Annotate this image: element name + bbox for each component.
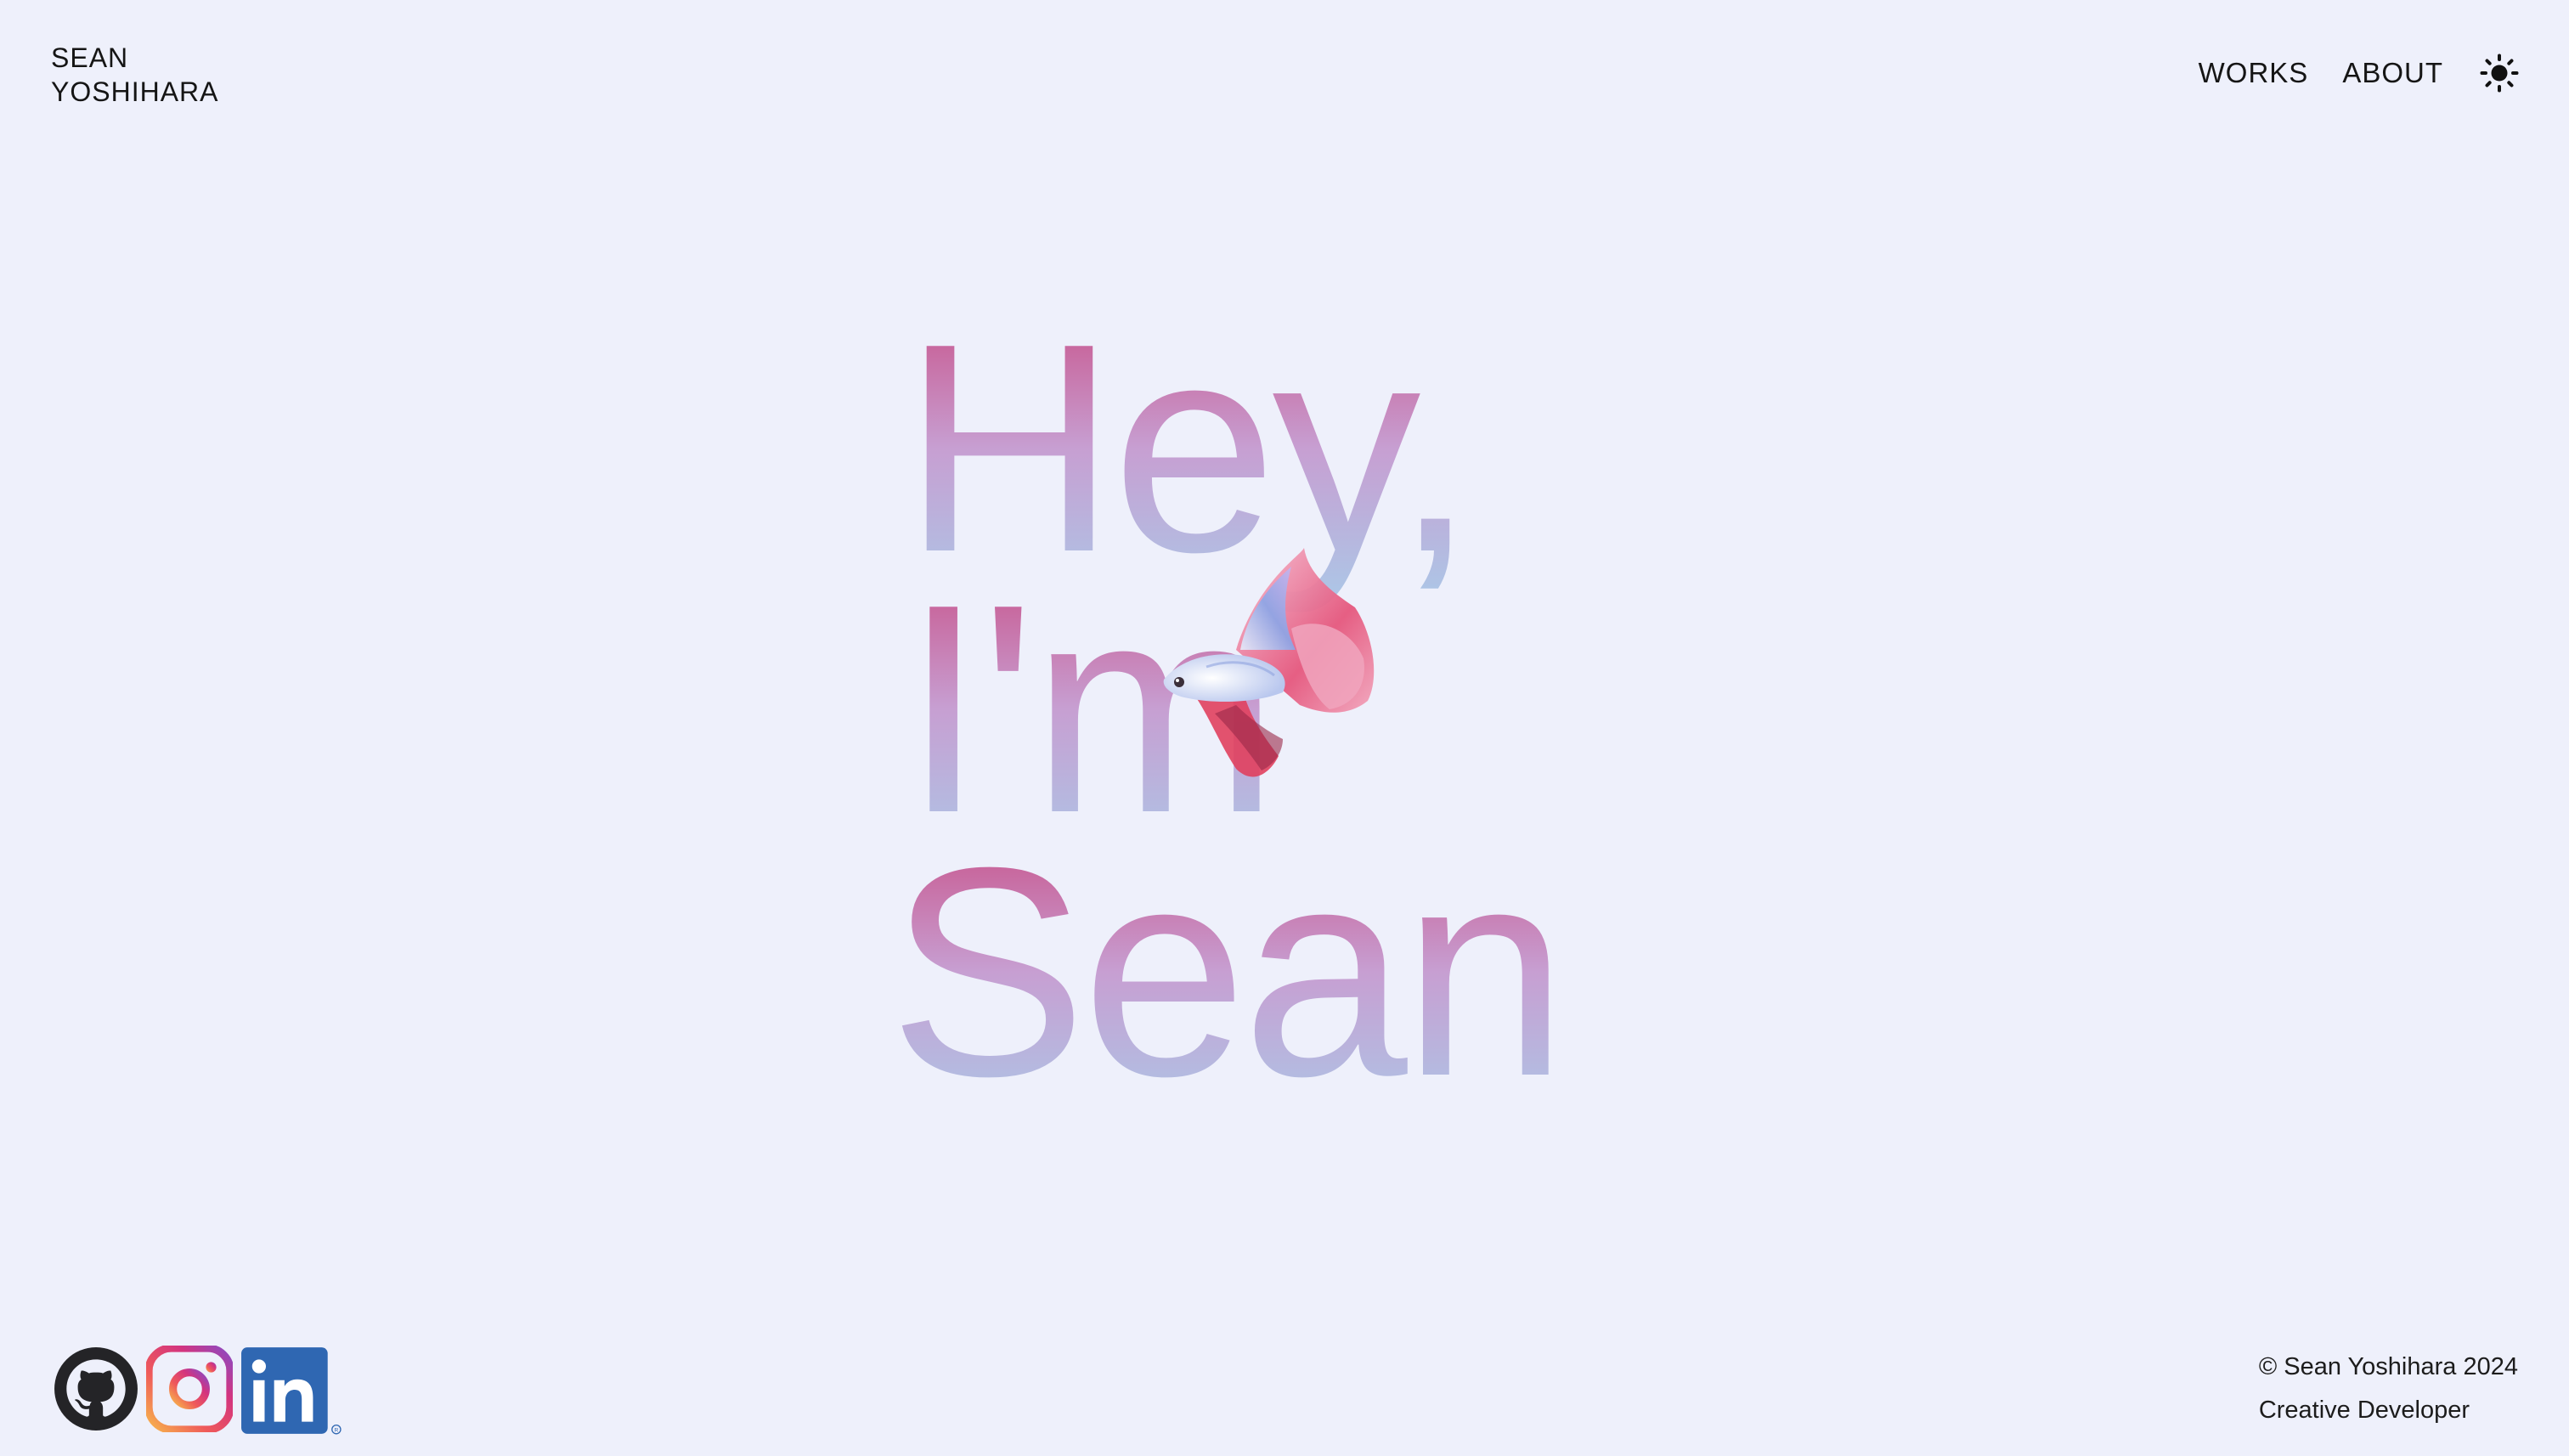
github-link[interactable] (53, 1346, 139, 1432)
github-icon (54, 1347, 138, 1431)
instagram-icon (144, 1344, 234, 1434)
main-nav: WORKS ABOUT (2165, 44, 2520, 102)
theme-toggle-button[interactable] (2479, 53, 2520, 93)
copyright-text: © Sean Yoshihara 2024 (2258, 1353, 2518, 1380)
linkedin-link[interactable]: R (240, 1346, 342, 1435)
page: SEAN YOSHIHARA WORKS ABOUT Hey, I'm Sean… (0, 0, 2569, 1456)
betta-fish-image (1163, 548, 1375, 777)
nav-about[interactable]: ABOUT (2342, 44, 2443, 102)
footer-info: © Sean Yoshihara 2024 Creative Developer (2259, 1346, 2518, 1432)
svg-text:R: R (334, 1427, 338, 1433)
instagram-link[interactable] (144, 1344, 234, 1434)
nav-works[interactable]: WORKS (2199, 44, 2309, 102)
role-text: Creative Developer (2258, 1397, 2470, 1424)
social-links: R (53, 1344, 342, 1435)
brand-line-2: YOSHIHARA (51, 76, 219, 107)
brand-logo[interactable]: SEAN YOSHIHARA (51, 41, 218, 109)
sun-icon (2480, 54, 2519, 93)
brand-line-1: SEAN (51, 42, 129, 73)
hero-line-sean: Sean (901, 806, 1562, 1130)
linkedin-icon: R (241, 1347, 342, 1435)
